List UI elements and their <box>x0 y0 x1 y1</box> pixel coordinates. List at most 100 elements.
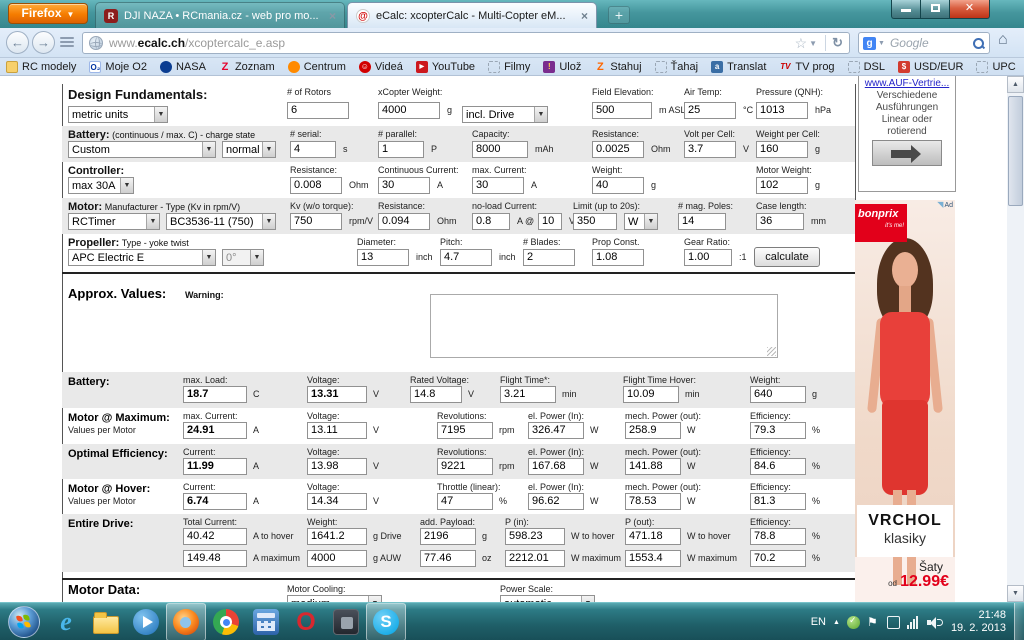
action-center-flag-icon[interactable]: ⚑ <box>867 616 880 629</box>
result-value[interactable]: 78.53 <box>625 493 681 510</box>
result-value[interactable]: 2196 <box>420 528 476 545</box>
forward-button[interactable]: → <box>32 31 55 54</box>
firefox-menu-button[interactable]: Firefox▼ <box>8 3 88 24</box>
field-select[interactable]: APC Electric E▼ <box>68 249 216 266</box>
result-value[interactable]: 11.99 <box>183 458 247 475</box>
search-engine-icon[interactable]: g <box>863 37 876 50</box>
url-dropdown-icon[interactable]: ▼ <box>809 39 817 48</box>
result-value[interactable]: 40.42 <box>183 528 247 545</box>
field-input[interactable]: 14 <box>678 213 726 230</box>
firefox-taskbar-button[interactable] <box>166 603 206 640</box>
result-value[interactable]: 70.2 <box>750 550 806 567</box>
browser-tab[interactable]: RDJI NAZA • RCmania.cz - web pro mo...× <box>95 2 345 28</box>
field-input[interactable]: 2 <box>523 249 575 266</box>
result-value[interactable]: 1641.2 <box>307 528 367 545</box>
language-indicator[interactable]: EN <box>811 616 826 628</box>
bookmark-item[interactable]: UPC <box>976 61 1015 73</box>
start-button[interactable] <box>8 606 40 638</box>
field-input[interactable]: 4 <box>290 141 336 158</box>
search-icon[interactable] <box>972 37 985 50</box>
sidebar-arrow-button[interactable] <box>872 140 942 166</box>
field-select[interactable]: BC3536-11 (750)▼ <box>166 213 276 230</box>
bookmark-item[interactable]: DSL <box>848 61 885 73</box>
field-input[interactable]: 160 <box>756 141 808 158</box>
result-value[interactable]: 9221 <box>437 458 493 475</box>
bookmark-item[interactable]: ▶YouTube <box>416 61 475 73</box>
field-input[interactable]: 0.008 <box>290 177 342 194</box>
bookmark-item[interactable]: RC modely <box>6 61 76 73</box>
internet-explorer-taskbar-button[interactable]: e <box>46 603 86 640</box>
windows-explorer-taskbar-button[interactable] <box>86 603 126 640</box>
tray-expand-icon[interactable]: ▲ <box>833 619 840 626</box>
field-input[interactable]: 36 <box>756 213 804 230</box>
tab-close-icon[interactable]: × <box>581 9 588 23</box>
field-input[interactable]: 25 <box>684 102 736 119</box>
result-value[interactable]: 13.31 <box>307 386 367 403</box>
bookmark-item[interactable]: !Ulož <box>543 61 581 73</box>
result-value[interactable]: 471.18 <box>625 528 681 545</box>
field-input[interactable]: 8000 <box>472 141 528 158</box>
result-value[interactable]: 10.09 <box>623 386 679 403</box>
field-input[interactable]: 40 <box>592 177 644 194</box>
scroll-down-icon[interactable]: ▼ <box>1007 585 1024 602</box>
back-button[interactable]: ← <box>6 31 29 54</box>
field-select[interactable]: max 30A▼ <box>68 177 134 194</box>
bookmark-item[interactable]: $USD/EUR <box>898 61 964 73</box>
result-value[interactable]: 3.21 <box>500 386 556 403</box>
result-value[interactable]: 141.88 <box>625 458 681 475</box>
show-desktop-button[interactable] <box>1014 603 1024 640</box>
reload-icon[interactable]: ↻ <box>832 35 843 51</box>
field-input[interactable]: 30 <box>472 177 524 194</box>
media-player-taskbar-button[interactable] <box>126 603 166 640</box>
skype-taskbar-button[interactable]: S <box>366 603 406 640</box>
field-input[interactable]: 750 <box>290 213 342 230</box>
volume-icon[interactable] <box>927 616 940 629</box>
result-value[interactable]: 1553.4 <box>625 550 681 567</box>
warning-textarea[interactable] <box>430 294 778 358</box>
field-input[interactable]: 3.7 <box>684 141 736 158</box>
field-input[interactable]: 1013 <box>756 102 808 119</box>
bookmark-item[interactable]: NASA <box>160 61 206 73</box>
result-value[interactable]: 14.8 <box>410 386 462 403</box>
opera-taskbar-button[interactable]: O <box>286 603 326 640</box>
field-select[interactable]: metric units▼ <box>68 106 168 123</box>
calculator-taskbar-button[interactable] <box>246 603 286 640</box>
field-input[interactable]: 0.0025 <box>592 141 644 158</box>
home-icon[interactable]: ⌂ <box>998 31 1008 49</box>
auf-vertrieb-link[interactable]: www.AUF-Vertrie... <box>859 78 955 89</box>
search-engine-dropdown-icon[interactable]: ▼ <box>878 40 885 47</box>
result-value[interactable]: 4000 <box>307 550 367 567</box>
bookmark-star-icon[interactable]: ☆ <box>795 35 808 52</box>
field-input[interactable]: 4.7 <box>440 249 492 266</box>
field-input[interactable]: 10 <box>538 213 562 230</box>
result-value[interactable]: 14.34 <box>307 493 367 510</box>
search-bar[interactable]: g ▼ Google <box>858 32 990 54</box>
field-input[interactable]: 13 <box>357 249 409 266</box>
field-select[interactable]: Custom▼ <box>68 141 216 158</box>
scrollbar-thumb[interactable] <box>1008 96 1023 206</box>
bookmark-item[interactable]: ZStahuj <box>594 61 641 73</box>
minimize-button[interactable] <box>891 0 921 19</box>
maximize-button[interactable] <box>921 0 950 19</box>
tab-close-icon[interactable]: × <box>329 9 336 23</box>
field-input[interactable]: 102 <box>756 177 808 194</box>
clock[interactable]: 21:48 19. 2. 2013 <box>951 609 1006 635</box>
field-select[interactable]: W▼ <box>624 213 658 230</box>
calculate-button[interactable]: calculate <box>754 247 820 267</box>
bookmark-item[interactable]: Centrum <box>288 61 346 73</box>
field-select[interactable]: 0°▼ <box>222 249 264 266</box>
result-value[interactable]: 640 <box>750 386 806 403</box>
result-value[interactable]: 7195 <box>437 422 493 439</box>
chrome-taskbar-button[interactable] <box>206 603 246 640</box>
field-select[interactable]: medium▼ <box>287 595 382 602</box>
field-input[interactable]: 4000 <box>378 102 440 119</box>
bookmark-item[interactable]: Filmy <box>488 61 530 73</box>
result-value[interactable]: 598.23 <box>505 528 565 545</box>
network-signal-icon[interactable] <box>907 616 920 629</box>
bookmark-item[interactable]: aTranslat <box>711 61 766 73</box>
field-select[interactable]: RCTimer▼ <box>68 213 160 230</box>
bookmark-item[interactable]: Ťahaj <box>655 61 699 73</box>
result-value[interactable]: 13.11 <box>307 422 367 439</box>
result-value[interactable]: 18.7 <box>183 386 247 403</box>
field-select[interactable]: automatic▼ <box>500 595 595 602</box>
